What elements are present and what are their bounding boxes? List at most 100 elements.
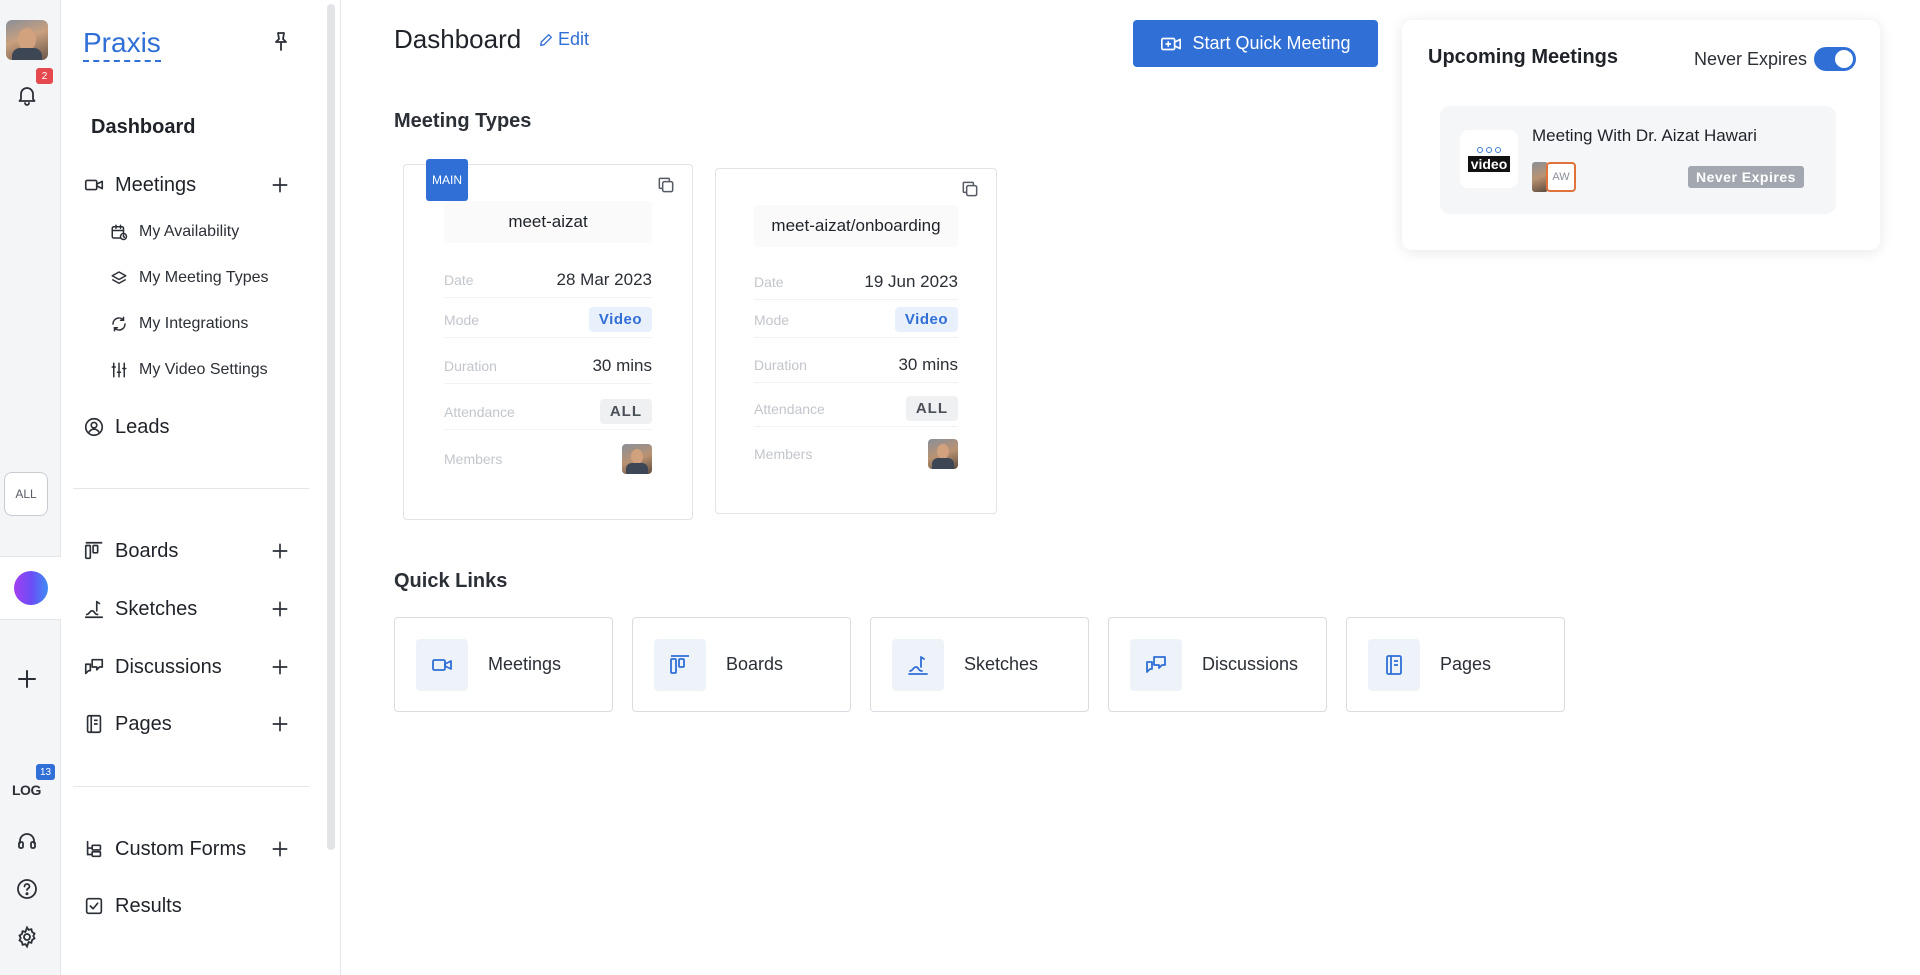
board-icon (83, 540, 105, 562)
add-meeting-button[interactable] (267, 172, 293, 198)
log-count-badge: 13 (36, 764, 55, 780)
sidebar-item-discussions[interactable]: Discussions (83, 652, 222, 682)
add-board-button[interactable] (267, 538, 293, 564)
quick-link-sketches[interactable]: Sketches (870, 617, 1089, 712)
video-icon (83, 174, 105, 196)
main-content: Dashboard Edit Start Quick Meeting Meeti… (342, 0, 1920, 975)
form-tree-icon (83, 838, 105, 860)
sidebar-divider (73, 786, 309, 787)
quick-link-label: Meetings (488, 654, 562, 674)
help-icon[interactable] (12, 874, 42, 904)
never-expires-badge: Never Expires (1688, 166, 1804, 188)
sketch-icon (83, 598, 105, 620)
sidebar-item-results[interactable]: Results (83, 891, 182, 921)
sidebar-item-label: My Video Settings (139, 361, 268, 378)
sidebar-scrollbar[interactable] (327, 4, 335, 850)
sidebar-item-boards[interactable]: Boards (83, 536, 178, 566)
sidebar-item-dashboard[interactable]: Dashboard (91, 116, 195, 139)
checkbox-icon (83, 895, 105, 917)
meeting-slug: meet-aizat (444, 201, 652, 243)
plus-icon[interactable] (12, 664, 42, 694)
duration-value: 30 mins (898, 354, 958, 374)
sidebar-item-meetings[interactable]: Meetings (83, 170, 196, 200)
members-label: Members (754, 446, 813, 462)
page-icon (1368, 638, 1420, 691)
quick-link-meetings[interactable]: Meetings (394, 617, 613, 712)
sidebar-item-my-meeting-types[interactable]: My Meeting Types (109, 266, 269, 290)
app-rail: 2 ALL LOG 13 (0, 0, 61, 975)
quick-link-label: Sketches (964, 654, 1039, 674)
meeting-types-heading: Meeting Types (394, 110, 532, 132)
add-custom-form-button[interactable] (267, 836, 293, 862)
sidebar-item-custom-forms[interactable]: Custom Forms (83, 834, 246, 864)
sidebar-item-label: My Availability (139, 223, 240, 240)
main-tag-badge: MAIN (426, 159, 468, 201)
edit-dashboard-link[interactable]: Edit (538, 29, 589, 50)
sidebar-item-my-video-settings[interactable]: My Video Settings (109, 358, 268, 382)
upcoming-meeting-title: Meeting With Dr. Aizat Hawari (1532, 126, 1757, 145)
user-avatar[interactable] (6, 20, 48, 60)
copy-icon[interactable] (656, 175, 678, 197)
meeting-type-card[interactable]: meet-aizat/onboarding Date 19 Jun 2023 M… (715, 168, 997, 514)
date-label: Date (444, 271, 474, 288)
calendar-clock-icon (109, 222, 129, 242)
date-value: 19 Jun 2023 (864, 271, 958, 291)
upcoming-meeting-card[interactable]: video Meeting With Dr. Aizat Hawari AW N… (1440, 106, 1836, 214)
date-value: 28 Mar 2023 (556, 269, 652, 289)
never-expires-label: Never Expires (1694, 49, 1808, 69)
settings-icon[interactable] (12, 922, 42, 952)
workspace-orb-icon (13, 571, 48, 605)
sketch-icon (892, 638, 944, 691)
meeting-type-card[interactable]: MAIN meet-aizat Date 28 Mar 2023 Mode Vi… (403, 159, 693, 520)
copy-icon[interactable] (960, 179, 982, 201)
quick-link-boards[interactable]: Boards (632, 617, 851, 712)
video-app-logo: video (1460, 130, 1518, 188)
start-quick-meeting-label: Start Quick Meeting (1192, 33, 1351, 53)
sidebar-item-sketches[interactable]: Sketches (83, 594, 197, 624)
start-quick-meeting-button[interactable]: Start Quick Meeting (1133, 20, 1378, 67)
add-sketch-button[interactable] (267, 596, 293, 622)
attendance-label: Attendance (444, 403, 515, 420)
sidebar: Praxis Dashboard Meetings My Availabilit… (61, 0, 341, 975)
headset-icon[interactable] (12, 826, 42, 856)
quick-link-discussions[interactable]: Discussions (1108, 617, 1327, 712)
refresh-icon (109, 314, 129, 334)
date-label: Date (754, 273, 784, 290)
sidebar-item-label: Pages (115, 712, 172, 735)
duration-label: Duration (754, 356, 807, 373)
duration-label: Duration (444, 357, 497, 374)
chat-icon (1130, 638, 1182, 691)
mode-label: Mode (754, 311, 790, 328)
add-discussion-button[interactable] (267, 654, 293, 680)
sliders-icon (109, 360, 129, 380)
video-plus-icon (1161, 37, 1182, 50)
mode-label: Mode (444, 311, 480, 328)
sidebar-item-leads[interactable]: Leads (83, 412, 170, 442)
pin-icon[interactable] (269, 30, 293, 54)
sidebar-item-label: Discussions (115, 655, 222, 678)
quick-link-pages[interactable]: Pages (1346, 617, 1565, 712)
user-circle-icon (83, 416, 105, 438)
sidebar-item-label: Custom Forms (115, 837, 247, 860)
workspace-switcher[interactable] (0, 556, 61, 620)
notification-count-badge: 2 (36, 68, 53, 84)
sidebar-item-my-availability[interactable]: My Availability (109, 220, 239, 244)
quick-link-label: Discussions (1202, 654, 1299, 674)
brand-logo[interactable]: Praxis (83, 28, 161, 62)
add-page-button[interactable] (267, 711, 293, 737)
sidebar-item-label: Sketches (115, 597, 198, 620)
sidebar-item-label: Boards (115, 539, 179, 562)
quick-links-heading: Quick Links (394, 570, 508, 592)
video-logo-text: video (1467, 155, 1511, 172)
log-button[interactable]: LOG (12, 782, 41, 798)
upcoming-meetings-panel: Upcoming Meetings Never Expires video Me… (1402, 20, 1880, 250)
never-expires-toggle[interactable] (1814, 47, 1856, 71)
sidebar-item-my-integrations[interactable]: My Integrations (109, 312, 248, 336)
pencil-icon (540, 33, 552, 46)
mode-badge: Video (894, 307, 958, 332)
mode-badge: Video (588, 307, 652, 332)
bell-icon[interactable] (12, 80, 42, 110)
video-icon (416, 638, 468, 691)
sidebar-item-pages[interactable]: Pages (83, 709, 172, 739)
all-workspaces-button[interactable]: ALL (4, 472, 48, 516)
